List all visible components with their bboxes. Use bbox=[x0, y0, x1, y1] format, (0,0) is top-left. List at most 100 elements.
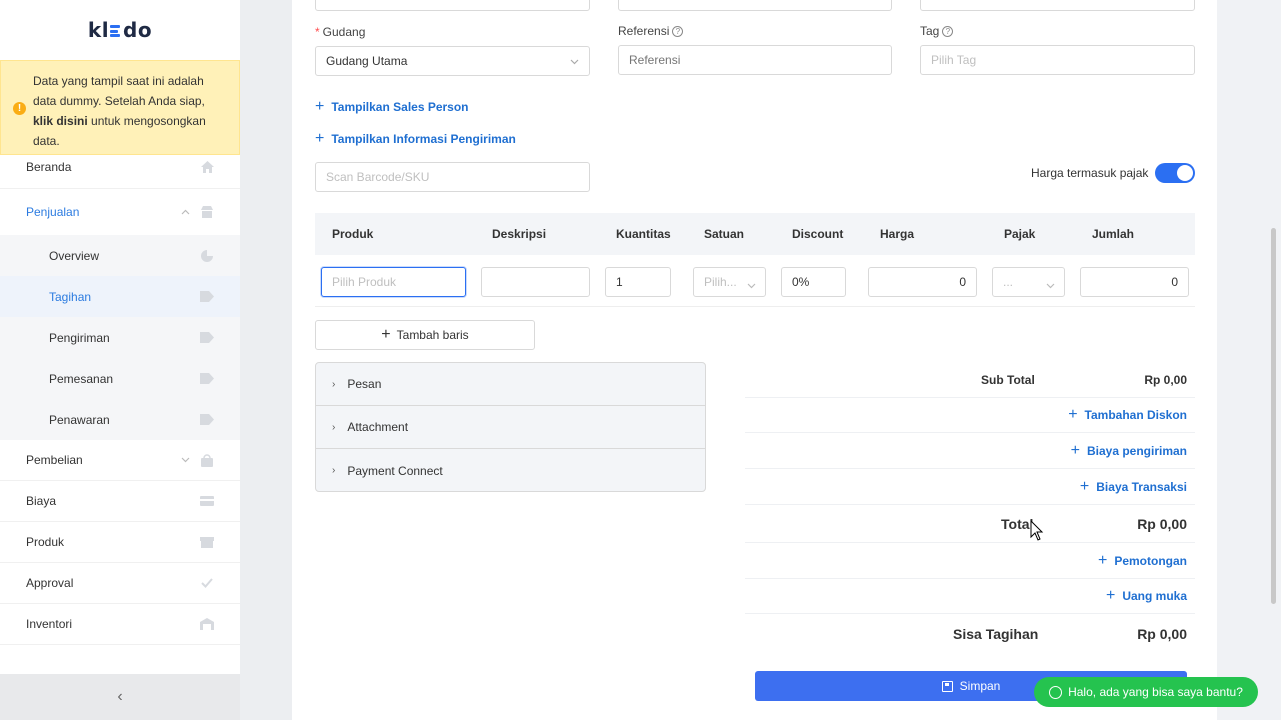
due-date-field[interactable] bbox=[618, 0, 892, 11]
deduction-link[interactable]: + Pemotongan bbox=[1098, 553, 1187, 569]
panel-pesan[interactable]: › Pesan bbox=[316, 363, 705, 406]
sidebar-item-inventori[interactable]: Inventori bbox=[0, 604, 240, 645]
show-sales-person-link[interactable]: + Tampilkan Sales Person bbox=[315, 99, 469, 115]
save-icon bbox=[941, 680, 953, 692]
sidebar-item-overview[interactable]: Overview bbox=[0, 235, 240, 276]
credit-card-icon bbox=[200, 495, 214, 507]
sidebar-item-biaya[interactable]: Biaya bbox=[0, 481, 240, 522]
chevron-down-icon bbox=[747, 278, 756, 292]
sidebar-item-pengiriman[interactable]: Pengiriman bbox=[0, 317, 240, 358]
chevron-right-icon: › bbox=[332, 378, 336, 390]
help-icon[interactable]: ? bbox=[942, 26, 954, 37]
sidebar: kl do Beranda Penjualan Overview Tagihan… bbox=[0, 0, 240, 720]
panel-attachment[interactable]: › Attachment bbox=[316, 406, 705, 449]
summary-add-discount: + Tambahan Diskon bbox=[745, 398, 1195, 433]
sidebar-subitem-label: Overview bbox=[49, 248, 100, 263]
summary-shipping-cost: + Biaya pengiriman bbox=[745, 433, 1195, 469]
sidebar-item-penawaran[interactable]: Penawaran bbox=[0, 399, 240, 440]
summary-remaining: Sisa Tagihan Rp 0,00 bbox=[745, 614, 1195, 654]
satuan-select[interactable]: Pilih... bbox=[693, 267, 766, 297]
scrollbar[interactable] bbox=[1271, 228, 1276, 604]
deskripsi-input[interactable] bbox=[481, 267, 590, 297]
logo-text-left: kl bbox=[87, 18, 110, 42]
sidebar-item-label: Pembelian bbox=[26, 453, 83, 467]
tag-icon bbox=[200, 291, 214, 303]
col-produk: Produk bbox=[332, 227, 374, 241]
pajak-select[interactable]: ... bbox=[992, 267, 1065, 297]
tag-label: Tag? bbox=[920, 24, 954, 38]
summary-deduction: + Pemotongan bbox=[745, 543, 1195, 579]
notice-text: Data yang tampil saat ini adalah data du… bbox=[33, 74, 205, 108]
col-jumlah: Jumlah bbox=[1092, 227, 1135, 241]
penjualan-submenu: Overview Tagihan Pengiriman Pemesanan Pe… bbox=[0, 235, 240, 440]
subtotal-label: Sub Total bbox=[981, 373, 1035, 387]
kuantitas-input[interactable]: 1 bbox=[605, 267, 671, 297]
sidebar-menu: Beranda Penjualan Overview Tagihan Pengi… bbox=[0, 145, 240, 645]
referensi-input[interactable] bbox=[618, 45, 892, 75]
panel-payment-connect[interactable]: › Payment Connect bbox=[316, 449, 705, 491]
chevron-left-icon: ‹ bbox=[117, 688, 123, 705]
sidebar-item-label: Penjualan bbox=[26, 205, 80, 219]
sidebar-item-pembelian[interactable]: Pembelian bbox=[0, 440, 240, 481]
transaction-fee-link[interactable]: + Biaya Transaksi bbox=[1080, 479, 1187, 495]
sidebar-subitem-label: Penawaran bbox=[49, 412, 110, 427]
sidebar-item-produk[interactable]: Produk bbox=[0, 522, 240, 563]
harga-input[interactable]: 0 bbox=[868, 267, 977, 297]
logo-text-right: do bbox=[123, 18, 153, 42]
logo[interactable]: kl do bbox=[0, 0, 240, 60]
tax-inclusive-toggle[interactable] bbox=[1155, 163, 1195, 183]
whatsapp-icon bbox=[1049, 685, 1063, 699]
barcode-input[interactable]: Scan Barcode/SKU bbox=[315, 162, 590, 192]
add-row-button[interactable]: + Tambah baris bbox=[315, 320, 535, 350]
sidebar-item-tagihan[interactable]: Tagihan bbox=[0, 276, 240, 317]
col-deskripsi: Deskripsi bbox=[492, 227, 547, 241]
gudang-select[interactable]: Gudang Utama bbox=[315, 46, 590, 76]
total-value: Rp 0,00 bbox=[1137, 516, 1187, 532]
chevron-down-icon bbox=[1046, 278, 1055, 292]
whatsapp-chat-button[interactable]: Halo, ada yang bisa saya bantu? bbox=[1034, 677, 1258, 707]
remaining-value: Rp 0,00 bbox=[1137, 626, 1187, 642]
add-discount-link[interactable]: + Tambahan Diskon bbox=[1068, 407, 1187, 423]
sidebar-collapse-button[interactable]: ‹ bbox=[0, 674, 240, 720]
discount-input[interactable]: 0% bbox=[781, 267, 846, 297]
tag-icon bbox=[200, 373, 214, 385]
sidebar-item-pemesanan[interactable]: Pemesanan bbox=[0, 358, 240, 399]
col-harga: Harga bbox=[880, 227, 915, 241]
home-icon bbox=[200, 160, 214, 173]
collapse-panels: › Pesan › Attachment › Payment Connect bbox=[315, 362, 706, 492]
toggle-knob bbox=[1177, 165, 1193, 181]
help-icon[interactable]: ? bbox=[672, 26, 684, 37]
produk-select[interactable]: Pilih Produk bbox=[321, 267, 466, 297]
col-satuan: Satuan bbox=[704, 227, 745, 241]
tag-select[interactable]: Pilih Tag bbox=[920, 45, 1195, 75]
row-divider bbox=[315, 306, 1195, 307]
summary-down-payment: + Uang muka bbox=[745, 579, 1195, 614]
down-payment-link[interactable]: + Uang muka bbox=[1106, 588, 1187, 604]
clear-data-link[interactable]: klik disini bbox=[33, 114, 88, 128]
chevron-right-icon: › bbox=[332, 421, 336, 433]
shopping-bag-icon bbox=[200, 453, 214, 467]
warehouse-icon bbox=[200, 618, 214, 630]
show-shipping-info-link[interactable]: + Tampilkan Informasi Pengiriman bbox=[315, 131, 516, 147]
date-field[interactable] bbox=[315, 0, 590, 11]
table-header: Produk Deskripsi Kuantitas Satuan Discou… bbox=[315, 213, 1195, 255]
logo-mark-icon bbox=[110, 25, 122, 37]
shipping-cost-link[interactable]: + Biaya pengiriman bbox=[1071, 443, 1187, 459]
subtotal-value: Rp 0,00 bbox=[1144, 373, 1187, 387]
col-pajak: Pajak bbox=[1004, 227, 1036, 241]
sidebar-subitem-label: Pengiriman bbox=[49, 330, 110, 345]
tag-icon bbox=[200, 332, 214, 344]
jumlah-input[interactable]: 0 bbox=[1080, 267, 1189, 297]
gudang-label: * Gudang bbox=[315, 25, 366, 39]
sidebar-item-label: Biaya bbox=[26, 494, 57, 508]
barcode-placeholder: Scan Barcode/SKU bbox=[326, 170, 430, 184]
pie-chart-icon bbox=[200, 249, 214, 262]
total-label: Total bbox=[1001, 516, 1034, 532]
sidebar-item-penjualan[interactable]: Penjualan bbox=[0, 189, 240, 235]
referensi-label: Referensi? bbox=[618, 24, 684, 38]
dummy-data-notice: ! Data yang tampil saat ini adalah data … bbox=[0, 60, 240, 155]
sidebar-subitem-label: Pemesanan bbox=[49, 371, 114, 386]
sidebar-item-approval[interactable]: Approval bbox=[0, 563, 240, 604]
col-discount: Discount bbox=[792, 227, 844, 241]
term-field[interactable] bbox=[920, 0, 1195, 11]
